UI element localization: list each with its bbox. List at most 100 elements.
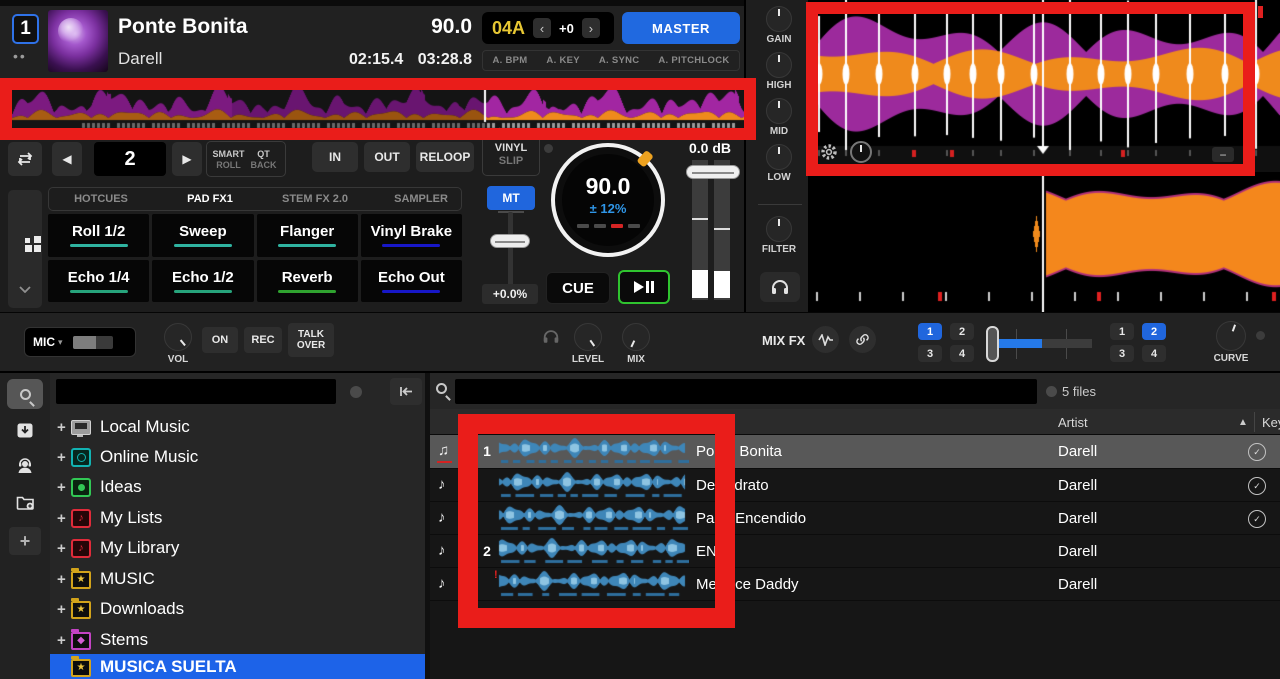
loop-in-button[interactable]: IN (312, 142, 358, 172)
pad-vinyl-brake[interactable]: Vinyl Brake (361, 214, 462, 257)
pad-roll-half[interactable]: Roll 1/2 (48, 214, 149, 257)
cue-level-knob[interactable] (574, 323, 602, 351)
waveform-settings-gear-icon[interactable] (820, 143, 838, 161)
mid-knob[interactable] (766, 98, 792, 124)
column-key[interactable]: Key (1262, 415, 1280, 430)
track-row-deshidrato[interactable]: ♪ Deshidrato Darell ✓ (430, 469, 1280, 502)
back-button[interactable] (390, 378, 422, 405)
zoom-out-button[interactable]: − (1212, 147, 1234, 162)
sidebar-item-online-music[interactable]: + Online Music (50, 442, 425, 472)
new-source-button[interactable] (7, 487, 43, 517)
gain-knob[interactable] (766, 6, 792, 32)
sidebar-item-ideas[interactable]: + Ideas (50, 472, 425, 502)
check-icon[interactable]: ✓ (1248, 510, 1266, 528)
sidebar-item-stems[interactable]: + ◆ Stems (50, 625, 425, 655)
smart-roll-toggle-line2[interactable]: ROLL (216, 160, 241, 170)
loop-beats-display[interactable]: 2 (94, 142, 166, 176)
loop-out-button[interactable]: OUT (364, 142, 410, 172)
column-title[interactable]: Title (696, 415, 720, 430)
mt-button[interactable]: MT (487, 186, 535, 210)
auto-sync-toggle[interactable]: A. SYNC (599, 55, 640, 66)
low-knob[interactable] (766, 144, 792, 170)
pfl-headphones-button[interactable] (760, 272, 800, 302)
sidebar-search-input[interactable] (56, 379, 336, 404)
pitch-fader-track[interactable] (508, 212, 513, 290)
link-button[interactable] (849, 326, 876, 353)
tracklist-search-input[interactable] (455, 379, 1037, 404)
crossfader-track[interactable] (1042, 339, 1092, 348)
dj-school-button[interactable] (7, 451, 43, 481)
filter-knob[interactable] (766, 216, 792, 242)
key-up-button[interactable]: › (582, 18, 600, 38)
pad-reverb[interactable]: Reverb (257, 260, 358, 303)
reloop-button[interactable]: RELOOP (416, 142, 474, 172)
master-button[interactable]: MASTER (622, 12, 740, 44)
vinyl-slip-button[interactable]: VINYL SLIP (482, 134, 540, 176)
record-button[interactable]: REC (244, 327, 282, 353)
pitch-value[interactable]: +0.0% (482, 284, 538, 304)
pad-echo-half[interactable]: Echo 1/2 (152, 260, 253, 303)
column-artist[interactable]: Artist (1058, 415, 1088, 430)
tab-stem-fx[interactable]: STEM FX 2.0 (282, 193, 348, 205)
sidebar-item-my-library[interactable]: + ♪ My Library (50, 533, 425, 563)
crossfader-right-deck2[interactable]: 2 (1142, 323, 1166, 340)
crossfader-left-deck1[interactable]: 1 (918, 323, 942, 340)
time-display[interactable]: 02:15.4 03:28.8 (290, 51, 472, 69)
mic-on-button[interactable]: ON (202, 327, 238, 353)
grid-view-icon[interactable] (25, 236, 41, 252)
add-playlist-button[interactable]: + (9, 527, 41, 555)
key-value[interactable]: 04A (492, 18, 525, 39)
sidebar-item-my-lists[interactable]: + ♪ My Lists (50, 503, 425, 533)
loop-double-button[interactable]: ▶ (172, 142, 202, 176)
crossfader-handle[interactable] (986, 326, 999, 362)
tab-sampler[interactable]: SAMPLER (394, 193, 448, 205)
crossfader-right-deck4[interactable]: 4 (1142, 345, 1166, 362)
track-row-party-encendido[interactable]: ♪ Party Encendido Darell ✓ (430, 502, 1280, 535)
bpm-value[interactable]: 90.0 (380, 15, 472, 39)
volume-fader-handle[interactable] (686, 165, 740, 179)
mic-selector[interactable]: MIC ▾ (24, 327, 136, 357)
jog-wheel[interactable]: 90.0 ± 12% (551, 143, 665, 257)
zoom-knob[interactable] (850, 141, 872, 163)
pad-echo-quarter[interactable]: Echo 1/4 (48, 260, 149, 303)
deck1-zoom-waveform[interactable] (810, 0, 1280, 172)
deck2-zoom-waveform[interactable] (810, 174, 1280, 312)
deck1-overview-waveform[interactable] (12, 88, 744, 132)
qt-back-toggle[interactable]: QT (257, 149, 270, 159)
track-row-ponte-bonita[interactable]: ♫ 1 Ponte Bonita Darell ✓ (430, 435, 1280, 469)
track-row-me-dice-daddy[interactable]: ♪ ! Me Dice Daddy Darell (430, 568, 1280, 601)
tab-hotcues[interactable]: HOTCUES (74, 193, 128, 205)
check-icon[interactable]: ✓ (1248, 443, 1266, 461)
smart-roll-toggle[interactable]: SMART (213, 149, 245, 159)
mic-vol-knob[interactable] (164, 323, 192, 351)
pad-flanger[interactable]: Flanger (257, 214, 358, 257)
sidebar-item-downloads[interactable]: + ★ Downloads (50, 594, 425, 624)
crossfader-right-deck3[interactable]: 3 (1110, 345, 1134, 362)
curve-knob[interactable] (1216, 321, 1246, 351)
sidebar-item-musica-suelta[interactable]: ★ MUSICA SUELTA (50, 654, 425, 679)
sidebar-item-music[interactable]: + ★ MUSIC (50, 564, 425, 594)
auto-bpm-toggle[interactable]: A. BPM (492, 55, 527, 66)
key-down-button[interactable]: ‹ (533, 18, 551, 38)
crossfader-left-deck2[interactable]: 2 (950, 323, 974, 340)
chevron-down-icon[interactable] (19, 286, 31, 293)
downloads-button[interactable] (7, 415, 43, 445)
loop-button[interactable] (8, 142, 42, 176)
album-art[interactable] (48, 10, 108, 72)
track-row-en4[interactable]: ♪ 2 EN4 Darell (430, 535, 1280, 568)
pad-sweep[interactable]: Sweep (152, 214, 253, 257)
qt-back-toggle-line2[interactable]: BACK (251, 160, 277, 170)
tab-pad-fx1[interactable]: PAD FX1 (187, 193, 233, 205)
cue-mix-knob[interactable] (622, 323, 650, 351)
high-knob[interactable] (766, 52, 792, 78)
pitch-fader-handle[interactable] (490, 234, 530, 248)
loop-half-button[interactable]: ◀ (52, 142, 82, 176)
crossfader-left-deck4[interactable]: 4 (950, 345, 974, 362)
crossfader-right-deck1[interactable]: 1 (1110, 323, 1134, 340)
search-mode-button[interactable] (7, 379, 43, 409)
auto-pitchlock-toggle[interactable]: A. PITCHLOCK (658, 55, 729, 66)
auto-key-toggle[interactable]: A. KEY (546, 55, 579, 66)
play-pause-button[interactable] (618, 270, 670, 304)
deck-number-badge[interactable]: 1 (12, 14, 39, 44)
pad-echo-out[interactable]: Echo Out (361, 260, 462, 303)
